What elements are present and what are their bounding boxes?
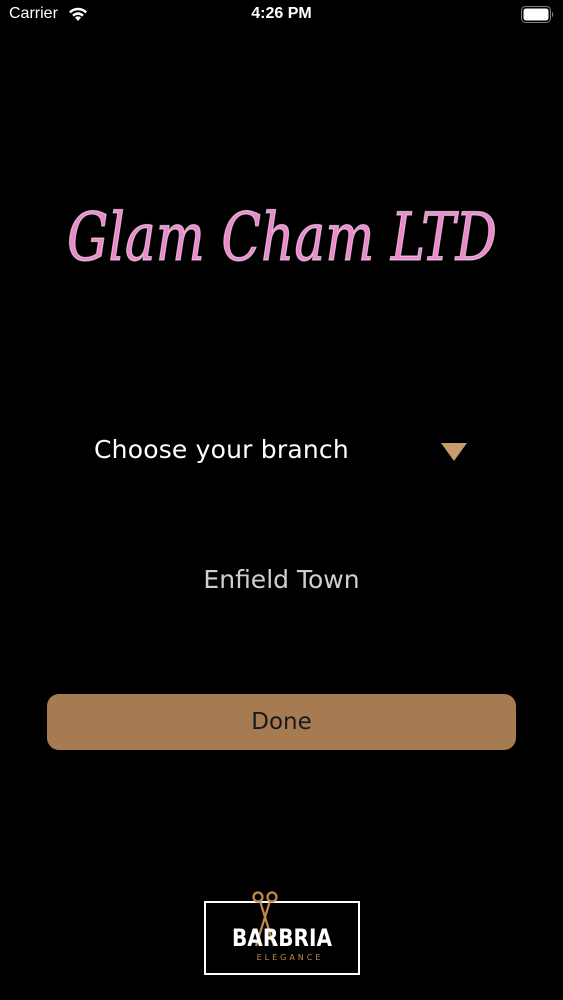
barbria-logo: BARBRIA ELEGANCE [204, 891, 360, 975]
status-bar: Carrier 4:26 PM [0, 0, 563, 30]
brand-tagline: ELEGANCE [257, 953, 324, 962]
logo-text: Glam Cham LTD [67, 199, 497, 276]
glam-cham-logo: Glam Cham LTD [66, 198, 497, 276]
branch-label: Choose your branch [94, 435, 349, 464]
brand-name: BARBRIA [232, 924, 332, 952]
done-button[interactable]: Done [47, 694, 516, 750]
dropdown-triangle-icon[interactable] [440, 442, 468, 462]
branch-picker[interactable]: Choose your branch [94, 432, 474, 474]
clock: 4:26 PM [251, 5, 312, 22]
battery-icon [521, 6, 554, 23]
selected-branch-option[interactable]: Enfield Town [0, 565, 563, 594]
